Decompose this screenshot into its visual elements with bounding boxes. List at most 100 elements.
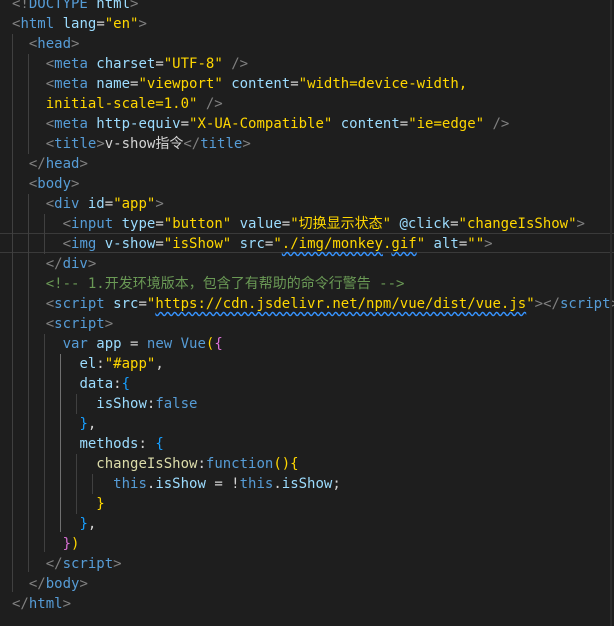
- code-line[interactable]: <script src="https://cdn.jsdelivr.net/np…: [12, 294, 614, 314]
- code-line[interactable]: this.isShow = !this.isShow;: [12, 474, 341, 494]
- code-token: {: [214, 336, 223, 352]
- code-token: html: [28, 596, 63, 612]
- code-line[interactable]: </body>: [12, 574, 88, 594]
- code-line[interactable]: methods: {: [12, 434, 163, 454]
- code-line[interactable]: }): [12, 534, 80, 554]
- vertical-scrollbar[interactable]: [610, 0, 612, 626]
- code-line[interactable]: }: [12, 494, 104, 514]
- code-line[interactable]: initial-scale=1.0" />: [12, 94, 223, 114]
- code-line[interactable]: </div>: [12, 254, 97, 274]
- code-token: {: [121, 376, 131, 392]
- code-token: :: [113, 376, 122, 392]
- code-token: >: [484, 236, 493, 252]
- code-token: ": [526, 296, 535, 312]
- code-token: "app": [113, 196, 156, 212]
- code-line[interactable]: <meta name="viewport" content="width=dev…: [12, 74, 468, 94]
- code-token: "width=device-width,: [298, 76, 468, 92]
- code-line[interactable]: <meta http-equiv="X-UA-Compatible" conte…: [12, 114, 510, 134]
- code-token: isShow: [281, 476, 333, 492]
- code-token: name: [87, 76, 131, 92]
- code-token: script: [54, 316, 105, 332]
- code-line[interactable]: isShow:false: [12, 394, 197, 414]
- code-token: </: [45, 256, 63, 272]
- code-token: >: [71, 176, 80, 192]
- code-line[interactable]: </html>: [12, 594, 71, 614]
- code-token: app: [87, 336, 122, 352]
- code-token: head: [45, 156, 80, 172]
- code-token: <!: [12, 0, 29, 12]
- code-token: <: [62, 216, 72, 232]
- code-line[interactable]: <body>: [12, 174, 80, 194]
- code-token: }: [62, 536, 72, 552]
- code-line[interactable]: <meta charset="UTF-8" />: [12, 54, 248, 74]
- code-token: "ie=edge": [408, 116, 485, 132]
- code-line[interactable]: changeIsShow:function(){: [12, 454, 298, 474]
- code-token: ,: [87, 416, 97, 432]
- code-line[interactable]: </head>: [12, 154, 88, 174]
- code-line[interactable]: <img v-show="isShow" src="./img/monkey.g…: [12, 234, 493, 254]
- code-token: isShow: [155, 476, 206, 492]
- code-token: = !: [205, 476, 240, 492]
- code-token: :: [197, 456, 206, 472]
- code-token: meta: [54, 56, 88, 72]
- code-token: />: [205, 96, 223, 112]
- code-token: "viewport": [138, 76, 223, 92]
- code-token: v-show指令: [104, 136, 184, 152]
- code-token: html: [20, 16, 55, 32]
- code-token: div: [54, 196, 80, 212]
- code-token: DOCTYPE: [28, 0, 88, 12]
- code-token: @click: [391, 216, 451, 232]
- code-line[interactable]: <script>: [12, 314, 113, 334]
- code-line[interactable]: <html lang="en">: [12, 14, 147, 34]
- code-line[interactable]: </script>: [12, 554, 122, 574]
- code-token: head: [37, 36, 72, 52]
- code-token: div: [62, 256, 88, 272]
- code-line[interactable]: el:"#app",: [12, 354, 163, 374]
- code-token: function: [205, 456, 274, 472]
- code-line[interactable]: <!DOCTYPE html>: [12, 0, 138, 14]
- code-editor[interactable]: <!DOCTYPE html> <html lang="en"> <head> <…: [0, 0, 614, 626]
- code-line[interactable]: data:{: [12, 374, 130, 394]
- code-token: =: [155, 216, 164, 232]
- code-token: :: [96, 356, 105, 372]
- code-line[interactable]: <input type="button" value="切换显示状态" @cli…: [12, 214, 585, 234]
- code-line[interactable]: <div id="app">: [12, 194, 164, 214]
- code-line[interactable]: },: [12, 514, 96, 534]
- code-token: new: [146, 336, 173, 352]
- code-token: "changeIsShow": [458, 216, 577, 232]
- code-token: ": [273, 236, 282, 252]
- code-token: >: [79, 156, 88, 172]
- code-token: "UTF-8": [163, 56, 223, 72]
- code-line[interactable]: <head>: [12, 34, 80, 54]
- code-token: />: [492, 116, 510, 132]
- code-line[interactable]: var app = new Vue({: [12, 334, 223, 354]
- code-token: <: [45, 316, 55, 332]
- code-token: =: [399, 116, 409, 132]
- code-line[interactable]: },: [12, 414, 96, 434]
- code-token: ": [416, 236, 426, 252]
- code-token: html: [87, 0, 131, 12]
- code-token: type: [113, 216, 156, 232]
- code-line[interactable]: <title>v-show指令</title>: [12, 134, 251, 154]
- code-line[interactable]: <!-- 1.开发环境版本，包含了有帮助的命令行警告 -->: [12, 274, 405, 294]
